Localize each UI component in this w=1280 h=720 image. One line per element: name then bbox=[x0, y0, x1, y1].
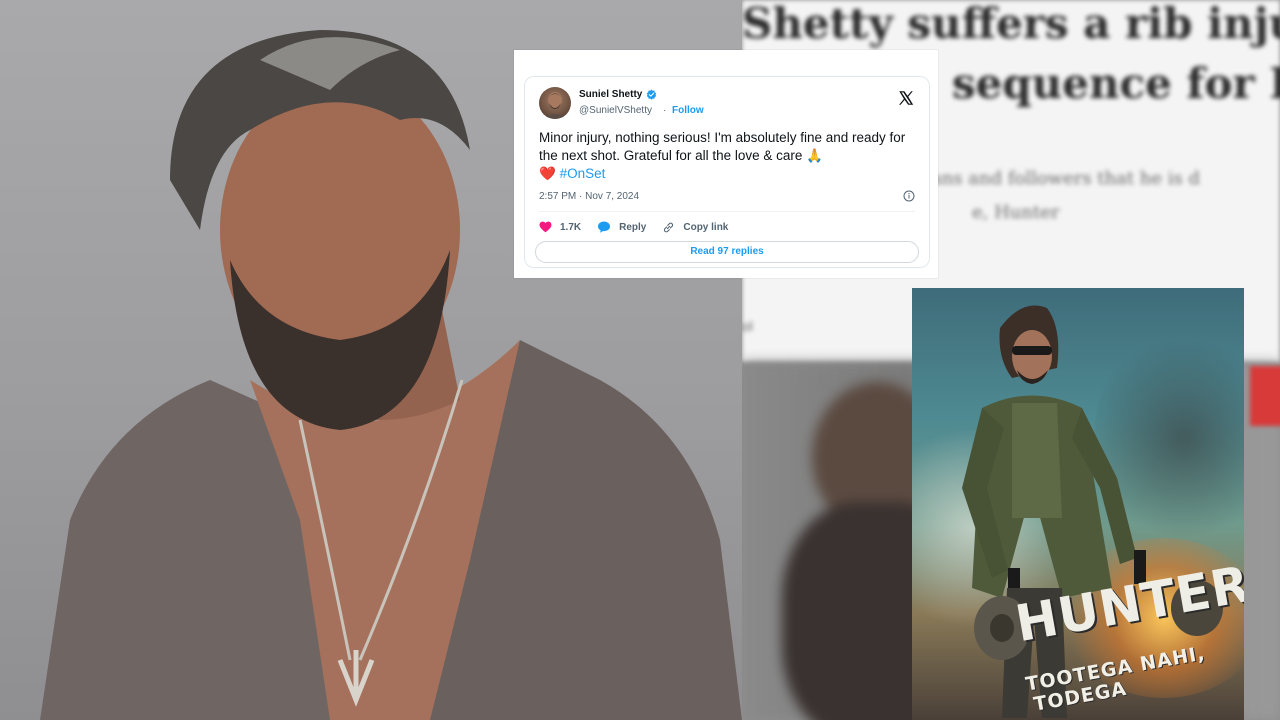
article-red-accent bbox=[1250, 366, 1280, 426]
reply-label: Reply bbox=[619, 221, 647, 233]
heart-icon bbox=[539, 221, 552, 233]
reply-button[interactable]: Reply bbox=[597, 221, 646, 233]
author-name[interactable]: Suniel Shetty bbox=[579, 89, 642, 100]
tweet-text-main: Minor injury, nothing serious! I'm absol… bbox=[539, 130, 906, 163]
tweet-divider bbox=[539, 211, 915, 212]
article-headline-line-1: Shetty suffers a rib inju bbox=[742, 0, 1280, 48]
tweet-screenshot: Suniel Shetty @SunielVShetty · Follow Mi… bbox=[514, 50, 938, 278]
handle-separator: · bbox=[663, 105, 667, 116]
link-icon bbox=[664, 222, 674, 232]
article-body-line-2: e, Hunter bbox=[972, 202, 1060, 223]
x-logo-icon[interactable] bbox=[897, 89, 915, 107]
avatar-image bbox=[543, 92, 567, 119]
like-count: 1.7K bbox=[560, 221, 582, 233]
tweet-card: Suniel Shetty @SunielVShetty · Follow Mi… bbox=[524, 76, 930, 268]
verified-badge-icon bbox=[646, 89, 657, 100]
heart-emoji: ❤️ bbox=[539, 166, 556, 181]
hashtag-link[interactable]: #OnSet bbox=[560, 166, 606, 181]
reply-bubble-icon bbox=[598, 221, 611, 233]
article-body-line-1: his fans and followers that he is d bbox=[892, 168, 1201, 189]
like-button[interactable]: 1.7K bbox=[539, 221, 581, 233]
follow-button[interactable]: Follow bbox=[672, 105, 704, 116]
copy-link-label: Copy link bbox=[683, 221, 729, 233]
tweet-text: Minor injury, nothing serious! I'm absol… bbox=[539, 129, 909, 183]
info-icon[interactable] bbox=[903, 190, 915, 202]
article-small-text: ol bbox=[742, 318, 753, 334]
movie-poster: HUNTER TOOTEGA NAHI, TODEGA bbox=[912, 288, 1244, 720]
tweet-timestamp[interactable]: 2:57 PM · Nov 7, 2024 bbox=[539, 191, 639, 202]
article-body: his fans and followers that he is d e, H… bbox=[892, 162, 1280, 230]
read-replies-button[interactable]: Read 97 replies bbox=[535, 241, 919, 263]
copy-link-button[interactable]: Copy link bbox=[662, 221, 728, 234]
tweet-actions: 1.7K Reply Copy link bbox=[539, 219, 744, 235]
thumbnail-canvas: Shetty suffers a rib inju sequence for H… bbox=[0, 0, 1280, 720]
author-handle[interactable]: @SunielVShetty bbox=[579, 105, 652, 116]
avatar[interactable] bbox=[539, 87, 571, 119]
